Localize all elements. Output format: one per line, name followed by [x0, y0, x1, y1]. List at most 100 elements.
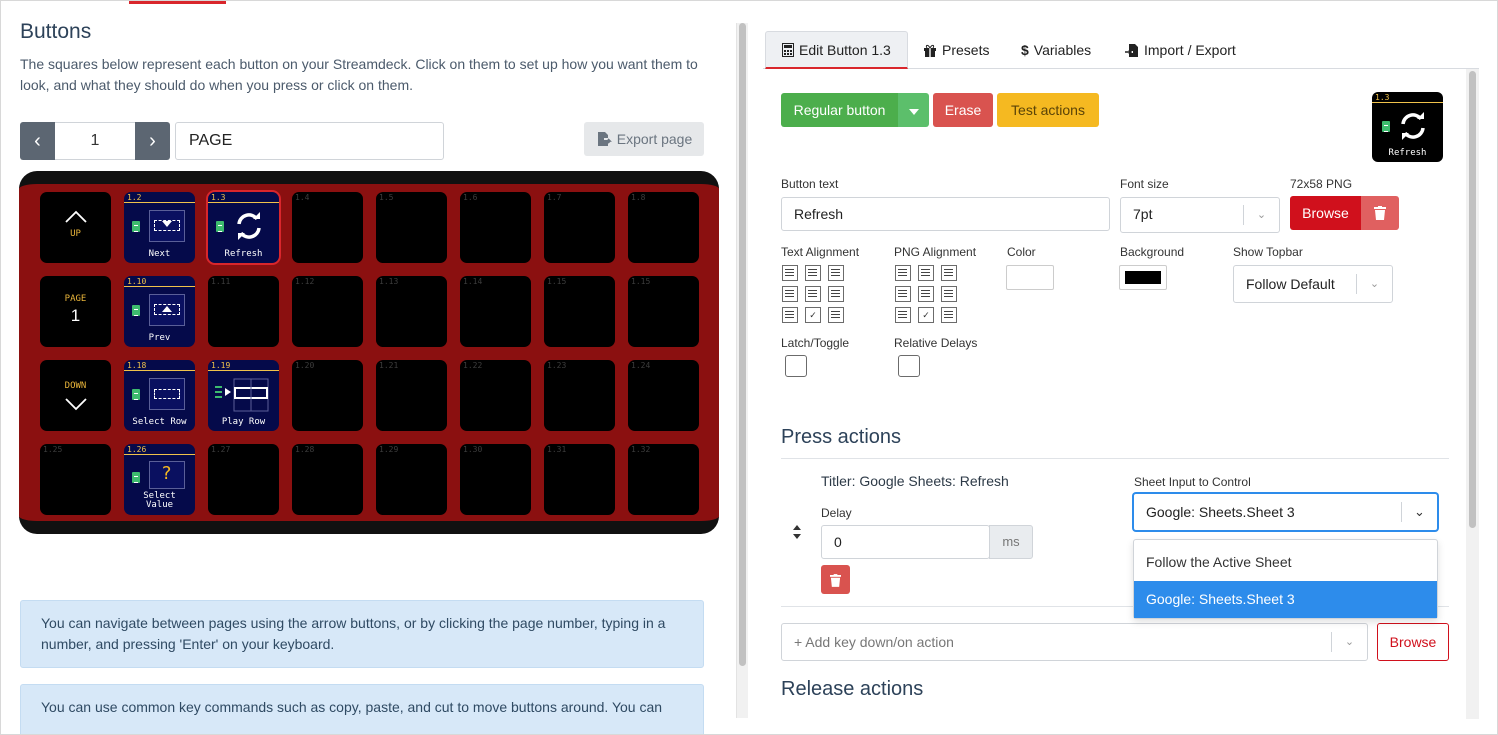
button-type-select[interactable]: Regular button	[781, 93, 898, 127]
erase-button[interactable]: Erase	[933, 93, 993, 127]
prev-page-button[interactable]: ‹	[20, 122, 55, 160]
align-middle-center[interactable]	[805, 286, 821, 302]
key-1-24[interactable]: 1.24	[628, 360, 699, 431]
png-delete-button[interactable]	[1361, 196, 1399, 230]
key-1-25[interactable]: 1.25	[40, 444, 111, 515]
left-scrollbar[interactable]	[736, 23, 748, 718]
font-size-value: 7pt	[1133, 206, 1153, 222]
align-bottom-center-selected[interactable]: ✓	[805, 307, 821, 323]
key-1-2[interactable]: 1.2 Next	[124, 192, 195, 263]
png-align-top-center[interactable]	[918, 265, 934, 281]
key-number: 1.18	[127, 361, 147, 370]
key-number: 1.15	[631, 277, 651, 286]
key-1-12[interactable]: 1.12	[292, 276, 363, 347]
png-align-top-right[interactable]	[941, 265, 957, 281]
chevron-down-icon	[65, 398, 87, 411]
tab-label: Edit Button 1.3	[799, 41, 891, 58]
png-align-middle-left[interactable]	[895, 286, 911, 302]
key-1-31[interactable]: 1.31	[544, 444, 615, 515]
key-1-32[interactable]: 1.32	[628, 444, 699, 515]
right-scrollbar[interactable]	[1466, 69, 1479, 719]
png-align-middle-right[interactable]	[941, 286, 957, 302]
png-browse-button[interactable]: Browse	[1290, 196, 1361, 230]
page-number-input[interactable]: 1	[55, 122, 135, 160]
key-1-28[interactable]: 1.28	[292, 444, 363, 515]
text-alignment-grid: ✓	[782, 265, 844, 323]
key-1-21[interactable]: 1.21	[376, 360, 447, 431]
background-color-swatch[interactable]	[1119, 265, 1167, 290]
png-align-middle-center[interactable]	[918, 286, 934, 302]
key-1-5[interactable]: 1.5	[376, 192, 447, 263]
divider	[781, 458, 1449, 459]
tab-edit-button[interactable]: Edit Button 1.3	[765, 31, 908, 69]
key-1-3[interactable]: 1.3 Refresh	[208, 192, 279, 263]
key-1-19[interactable]: 1.19 Play Row	[208, 360, 279, 431]
key-1-26[interactable]: 1.26 ? Select Value	[124, 444, 195, 515]
button-text-input[interactable]: Refresh	[781, 197, 1110, 231]
delay-input[interactable]: 0	[821, 525, 990, 559]
option-follow-active-sheet[interactable]: Follow the Active Sheet	[1134, 544, 1437, 581]
png-align-bottom-center-selected[interactable]: ✓	[918, 307, 934, 323]
next-page-button[interactable]: ›	[135, 122, 170, 160]
key-1-14[interactable]: 1.14	[460, 276, 531, 347]
key-number: 1.31	[547, 445, 567, 454]
add-action-select[interactable]: + Add key down/on action ⌄	[781, 623, 1368, 661]
tab-variables[interactable]: $ Variables	[1021, 31, 1091, 69]
align-top-center[interactable]	[805, 265, 821, 281]
key-number: 1.20	[295, 361, 315, 370]
key-number: 1.25	[43, 445, 63, 454]
latch-toggle-checkbox[interactable]	[785, 355, 807, 377]
align-bottom-left[interactable]	[782, 307, 798, 323]
key-1-23[interactable]: 1.23	[544, 360, 615, 431]
key-number: 1.11	[211, 277, 231, 286]
key-1-29[interactable]: 1.29	[376, 444, 447, 515]
tab-presets[interactable]: Presets	[923, 31, 989, 69]
relative-delays-checkbox[interactable]	[898, 355, 920, 377]
align-top-right[interactable]	[828, 265, 844, 281]
text-color-swatch[interactable]	[1006, 265, 1054, 290]
png-align-bottom-left[interactable]	[895, 307, 911, 323]
preview-label: Refresh	[1388, 148, 1427, 158]
key-1-7[interactable]: 1.7	[544, 192, 615, 263]
key-1-27[interactable]: 1.27	[208, 444, 279, 515]
export-page-button[interactable]: Export page	[584, 122, 704, 156]
align-middle-left[interactable]	[782, 286, 798, 302]
key-1-13[interactable]: 1.13	[376, 276, 447, 347]
key-page-indicator[interactable]: PAGE 1	[40, 276, 111, 347]
key-1-18[interactable]: 1.18 Select Row	[124, 360, 195, 431]
key-1-20[interactable]: 1.20	[292, 360, 363, 431]
key-1-11[interactable]: 1.11	[208, 276, 279, 347]
page-name-input[interactable]: PAGE	[175, 122, 444, 160]
key-1-30[interactable]: 1.30	[460, 444, 531, 515]
png-align-top-left[interactable]	[895, 265, 911, 281]
show-topbar-select[interactable]: Follow Default ⌄	[1233, 265, 1393, 303]
key-1-10[interactable]: 1.10 Prev	[124, 276, 195, 347]
key-1-6[interactable]: 1.6	[460, 192, 531, 263]
button-type-dropdown-toggle[interactable]	[898, 93, 929, 127]
key-number: 1.32	[631, 445, 651, 454]
option-sheet-3-selected[interactable]: Google: Sheets.Sheet 3	[1134, 581, 1437, 618]
delete-action-button[interactable]	[821, 565, 850, 594]
font-size-label: Font size	[1120, 177, 1169, 191]
add-action-browse-button[interactable]: Browse	[1377, 623, 1449, 661]
key-page-up[interactable]: UP	[40, 192, 111, 263]
tab-import-export[interactable]: Import / Export	[1125, 31, 1236, 69]
font-size-select[interactable]: 7pt ⌄	[1120, 197, 1280, 233]
test-actions-button[interactable]: Test actions	[997, 93, 1099, 127]
key-1-4[interactable]: 1.4	[292, 192, 363, 263]
png-align-bottom-right[interactable]	[941, 307, 957, 323]
key-page-down[interactable]: DOWN	[40, 360, 111, 431]
key-1-8[interactable]: 1.8	[628, 192, 699, 263]
key-1-16[interactable]: 1.15	[628, 276, 699, 347]
align-top-left[interactable]	[782, 265, 798, 281]
align-middle-right[interactable]	[828, 286, 844, 302]
key-1-15[interactable]: 1.15	[544, 276, 615, 347]
play-row-icon	[215, 378, 269, 412]
align-bottom-right[interactable]	[828, 307, 844, 323]
key-number: 1.27	[211, 445, 231, 454]
drag-handle-icon[interactable]	[793, 525, 801, 539]
app-frame: Buttons The squares below represent each…	[0, 0, 1498, 735]
key-1-22[interactable]: 1.22	[460, 360, 531, 431]
sheet-input-select[interactable]: Google: Sheets.Sheet 3 ⌄	[1133, 493, 1438, 531]
preview-number: 1.3	[1375, 93, 1390, 102]
